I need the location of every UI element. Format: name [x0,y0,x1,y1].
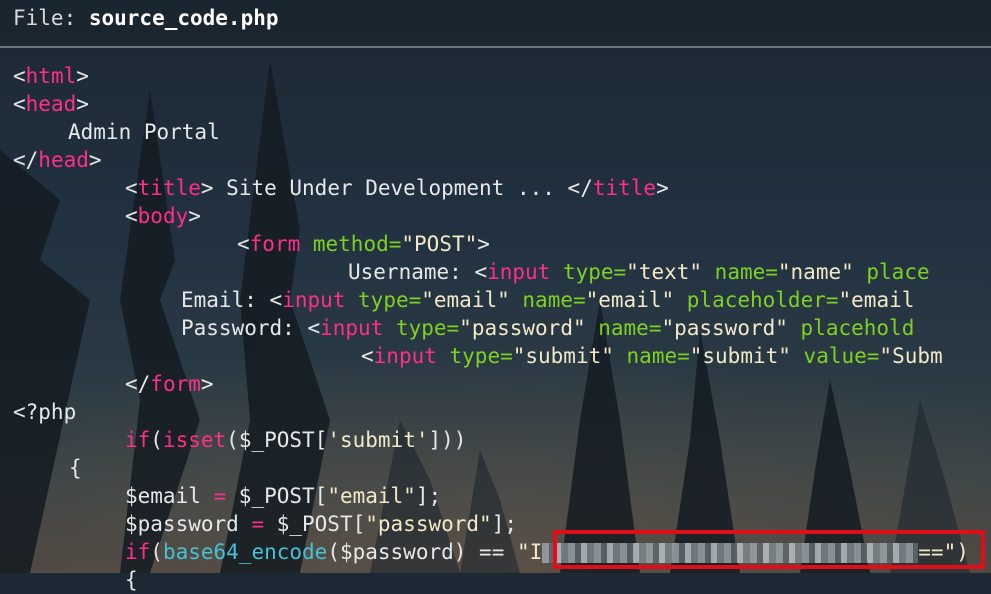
code-line: <input type="submit" name="submit" value… [361,344,943,368]
code-line: Username: <input type="text" name="name"… [348,260,930,284]
code-line: <html> [13,64,89,88]
code-line: <title> Site Under Development ... </tit… [125,176,669,200]
code-line: </head> [13,148,102,172]
code-line: <form method="POST"> [237,232,490,256]
code-line: <body> [125,204,201,228]
code-line: if(isset($_POST['submit'])) [125,428,467,452]
code-line: $email = $_POST["email"]; [125,484,442,508]
highlight-box [553,530,985,569]
file-label-text: File: [13,6,89,30]
code-line: <?php [13,400,77,424]
code-line: Email: <input type="email" name="email" … [181,288,915,312]
code-line: </form> [125,372,214,396]
code-line: { [69,456,82,480]
file-header: File: source_code.php [0,0,991,48]
code-line: <head> [13,92,89,116]
code-line: $password = $_POST["password"]; [125,512,517,536]
code-line: Admin Portal [68,120,220,144]
file-name: source_code.php [88,6,279,30]
file-label: File: source_code.php [13,6,279,30]
code-line: { [125,568,138,592]
code-line: Password: <input type="password" name="p… [181,316,915,340]
